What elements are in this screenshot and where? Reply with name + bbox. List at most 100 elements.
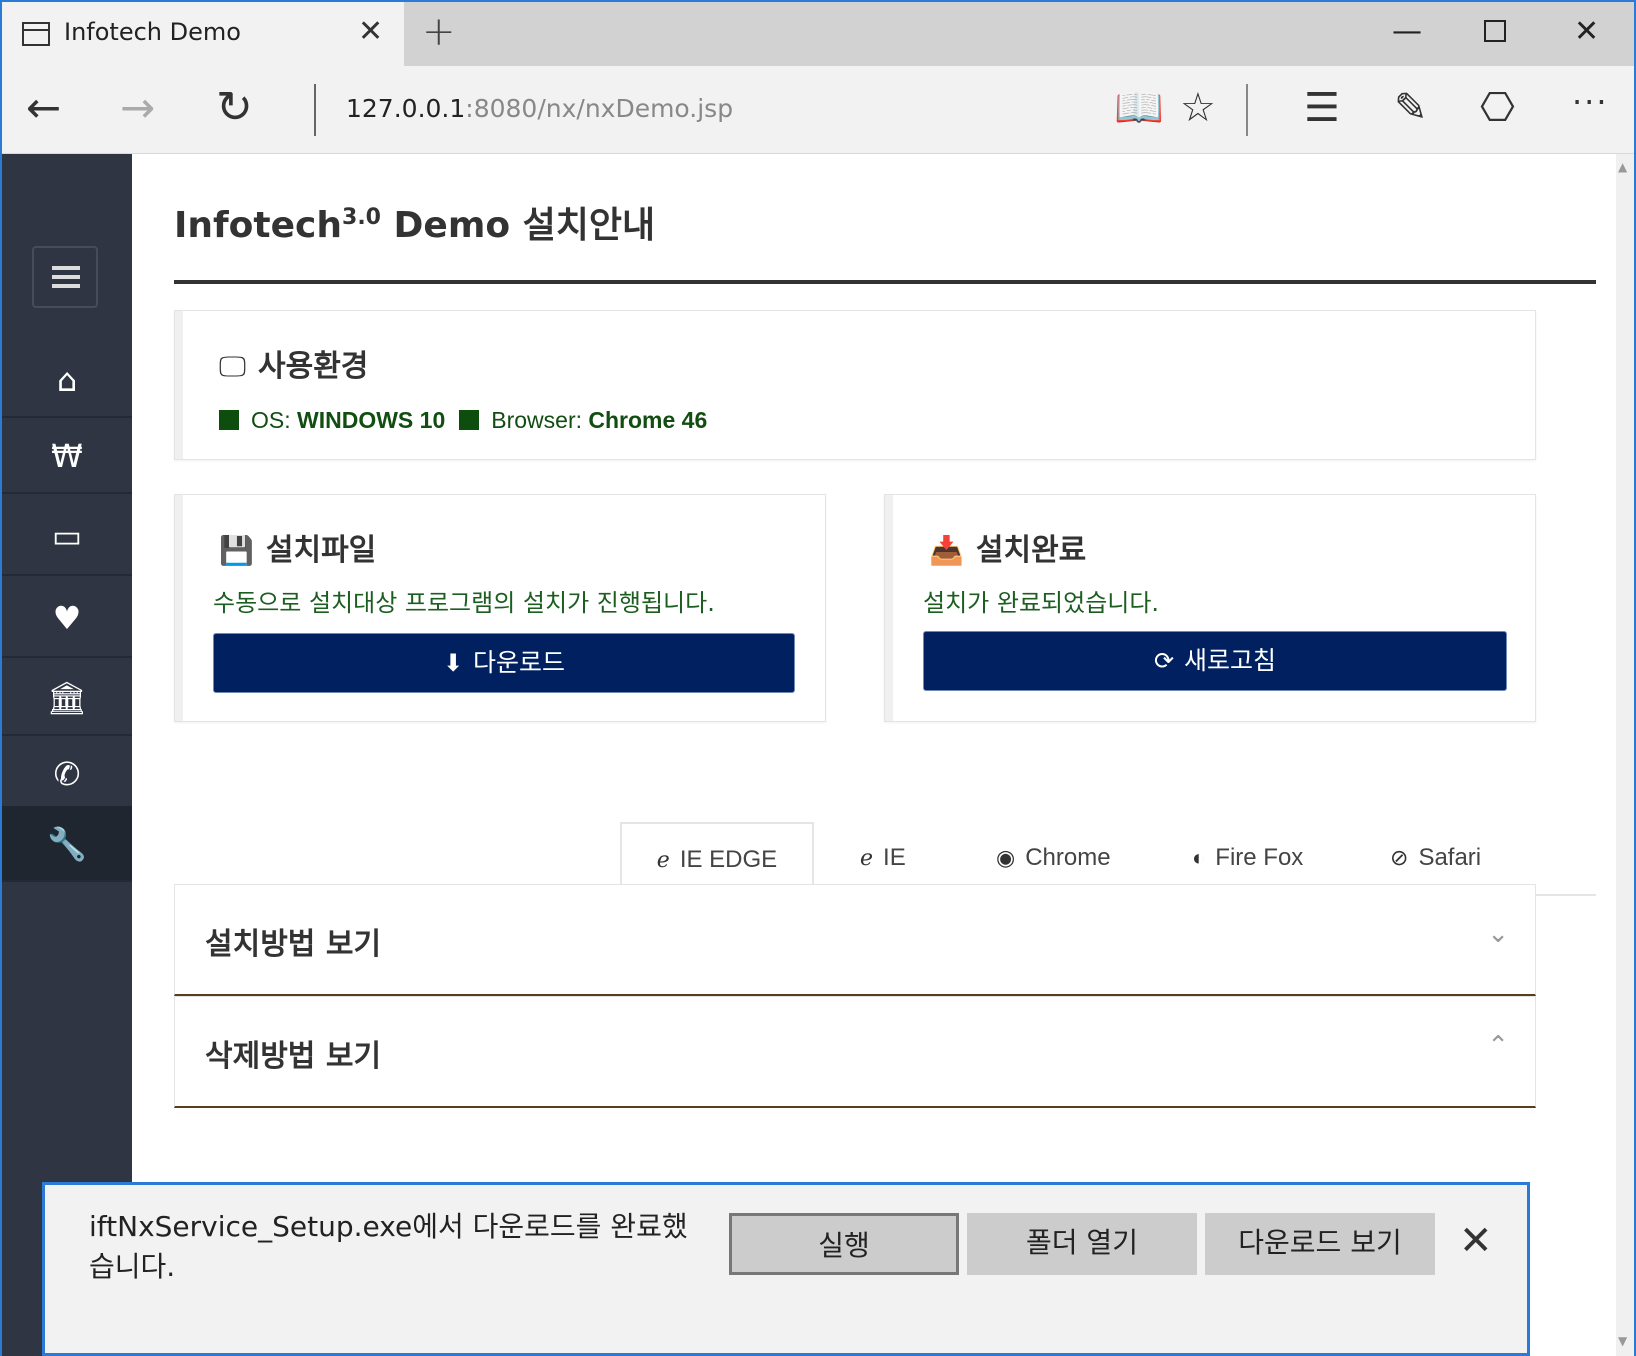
download-message: iftNxService_Setup.exe에서 다운로드를 완료했습니다.: [89, 1210, 688, 1283]
divider: [314, 84, 316, 136]
browser-value: Chrome 46: [588, 407, 708, 433]
tab-label: IE: [883, 844, 906, 871]
sidebar-item-card[interactable]: ▭: [2, 496, 132, 576]
home-icon: ⌂: [56, 361, 78, 399]
refresh-page-button[interactable]: ⟳ 새로고침: [923, 631, 1507, 691]
download-notification: iftNxService_Setup.exe에서 다운로드를 완료했습니다. 실…: [42, 1182, 1530, 1356]
refresh-button-label: 새로고침: [1184, 646, 1277, 675]
floppy-disk-icon: 💾: [219, 534, 254, 567]
scroll-up-arrow-icon[interactable]: ▲: [1618, 160, 1627, 174]
run-button[interactable]: 실행: [729, 1213, 959, 1275]
maximize-button[interactable]: [1484, 20, 1506, 42]
page-title: Infotech3.0 Demo 설치안내: [174, 196, 655, 248]
status-square-icon: [219, 410, 239, 430]
edge-icon: ℯ: [656, 847, 670, 872]
back-button[interactable]: ←: [26, 84, 61, 132]
tab-label: Chrome: [1025, 844, 1111, 871]
more-icon[interactable]: ···: [1572, 80, 1609, 124]
page-scrollbar[interactable]: ▲ ▼: [1616, 154, 1634, 1356]
chevron-down-icon: ⌄: [1487, 919, 1509, 949]
install-file-card: 💾 설치파일 수동으로 설치대상 프로그램의 설치가 진행됩니다. ⬇ 다운로드: [174, 494, 826, 722]
card-heading: 💾 설치파일: [219, 525, 376, 569]
chrome-icon: ◉: [996, 845, 1016, 870]
complete-description: 설치가 완료되었습니다.: [923, 589, 1160, 617]
tab-label: IE EDGE: [679, 846, 778, 873]
phone-icon: ✆: [53, 755, 81, 793]
view-downloads-button[interactable]: 다운로드 보기: [1205, 1213, 1435, 1275]
tab-title: Infotech Demo: [64, 18, 241, 46]
title-divider: [174, 280, 1596, 284]
sidebar-item-settings[interactable]: 🔧: [2, 806, 132, 882]
sidebar-item-bank[interactable]: 🏛: [2, 660, 132, 736]
install-method-accordion[interactable]: 설치방법 보기 ⌄: [174, 884, 1536, 996]
os-value: WINDOWS 10: [297, 407, 446, 433]
sidebar-item-payment[interactable]: ₩: [2, 418, 132, 494]
won-icon: ₩: [51, 437, 83, 475]
sidebar: ⌂ ₩ ▭ ♥ 🏛 ✆ 🔧: [2, 154, 132, 1356]
menu-toggle-button[interactable]: [32, 246, 98, 308]
tab-close-icon[interactable]: ✕: [358, 16, 383, 48]
install-description: 수동으로 설치대상 프로그램의 설치가 진행됩니다.: [213, 589, 715, 617]
card-heading: 📥 설치완료: [929, 525, 1086, 569]
divider: [1246, 84, 1248, 136]
browser-tab[interactable]: Infotech Demo ✕: [2, 2, 404, 66]
forward-button[interactable]: →: [120, 84, 155, 132]
url-host: 127.0.0.1: [346, 94, 466, 123]
tab-label: Fire Fox: [1215, 844, 1304, 871]
open-folder-button[interactable]: 폴더 열기: [967, 1213, 1197, 1275]
sidebar-item-favorite[interactable]: ♥: [2, 578, 132, 658]
url-path: :8080/nx/nxDemo.jsp: [465, 94, 734, 123]
address-bar: ← → ↻ 127.0.0.1:8080/nx/nxDemo.jsp 📖 ☆ ☰…: [2, 66, 1634, 154]
title-brand: Infotech: [174, 205, 343, 246]
favorite-star-icon[interactable]: ☆: [1180, 86, 1216, 130]
uninstall-method-accordion[interactable]: 삭제방법 보기 ⌃: [174, 996, 1536, 1108]
ie-icon: ℯ: [860, 845, 874, 870]
new-tab-button[interactable]: +: [422, 12, 456, 52]
os-label: OS:: [251, 407, 291, 433]
download-icon: ⬇: [442, 649, 464, 677]
heart-icon: ♥: [52, 599, 82, 637]
share-icon[interactable]: ⎔: [1480, 86, 1515, 130]
accordion-label: 설치방법 보기: [205, 927, 382, 962]
card-icon: ▭: [51, 517, 83, 555]
wrench-icon: 🔧: [47, 825, 87, 863]
close-icon[interactable]: ✕: [1459, 1215, 1493, 1267]
install-complete-card: 📥 설치완료 설치가 완료되었습니다. ⟳ 새로고침: [884, 494, 1536, 722]
refresh-button[interactable]: ↻: [216, 84, 253, 132]
hamburger-line: [52, 275, 80, 279]
tab-bar: Infotech Demo ✕ + — ✕: [2, 2, 1634, 66]
hamburger-line: [52, 284, 80, 288]
accordion-label: 삭제방법 보기: [205, 1039, 382, 1074]
web-note-icon[interactable]: ✎: [1394, 86, 1428, 130]
browser-label: Browser:: [491, 407, 582, 433]
scroll-down-arrow-icon[interactable]: ▼: [1618, 1334, 1627, 1348]
card-heading-text: 설치파일: [265, 533, 377, 568]
safari-icon: ⊘: [1390, 845, 1409, 870]
chevron-up-icon: ⌃: [1487, 1031, 1509, 1061]
card-heading: 🖵 사용환경: [219, 341, 368, 385]
bank-icon: 🏛: [46, 679, 88, 717]
title-rest: Demo 설치안내: [393, 205, 656, 246]
card-heading-text: 사용환경: [258, 349, 369, 384]
page-icon: [22, 22, 50, 46]
sidebar-item-home[interactable]: ⌂: [2, 342, 132, 418]
environment-info: OS: WINDOWS 10 Browser: Chrome 46: [219, 407, 721, 434]
sidebar-item-phone[interactable]: ✆: [2, 736, 132, 812]
reading-view-icon[interactable]: 📖: [1114, 86, 1164, 130]
browser-window: Infotech Demo ✕ + — ✕ ← → ↻ 127.0.0.1:80…: [0, 0, 1636, 1356]
download-button[interactable]: ⬇ 다운로드: [213, 633, 795, 693]
title-version: 3.0: [342, 205, 381, 230]
monitor-icon: 🖵: [219, 350, 246, 383]
refresh-icon: ⟳: [1153, 647, 1175, 675]
minimize-button[interactable]: —: [1392, 12, 1422, 52]
download-button-label: 다운로드: [473, 648, 566, 677]
environment-card: 🖵 사용환경 OS: WINDOWS 10 Browser: Chrome 46: [174, 310, 1536, 460]
card-heading-text: 설치완료: [975, 533, 1087, 568]
main-content: Infotech3.0 Demo 설치안내 🖵 사용환경 OS: WINDOWS …: [132, 154, 1616, 1356]
hub-icon[interactable]: ☰: [1304, 86, 1340, 130]
tab-label: Safari: [1418, 844, 1482, 871]
hamburger-line: [52, 266, 80, 270]
close-window-button[interactable]: ✕: [1574, 12, 1599, 52]
url-field[interactable]: 127.0.0.1:8080/nx/nxDemo.jsp: [346, 94, 733, 123]
inbox-icon: 📥: [929, 534, 964, 567]
